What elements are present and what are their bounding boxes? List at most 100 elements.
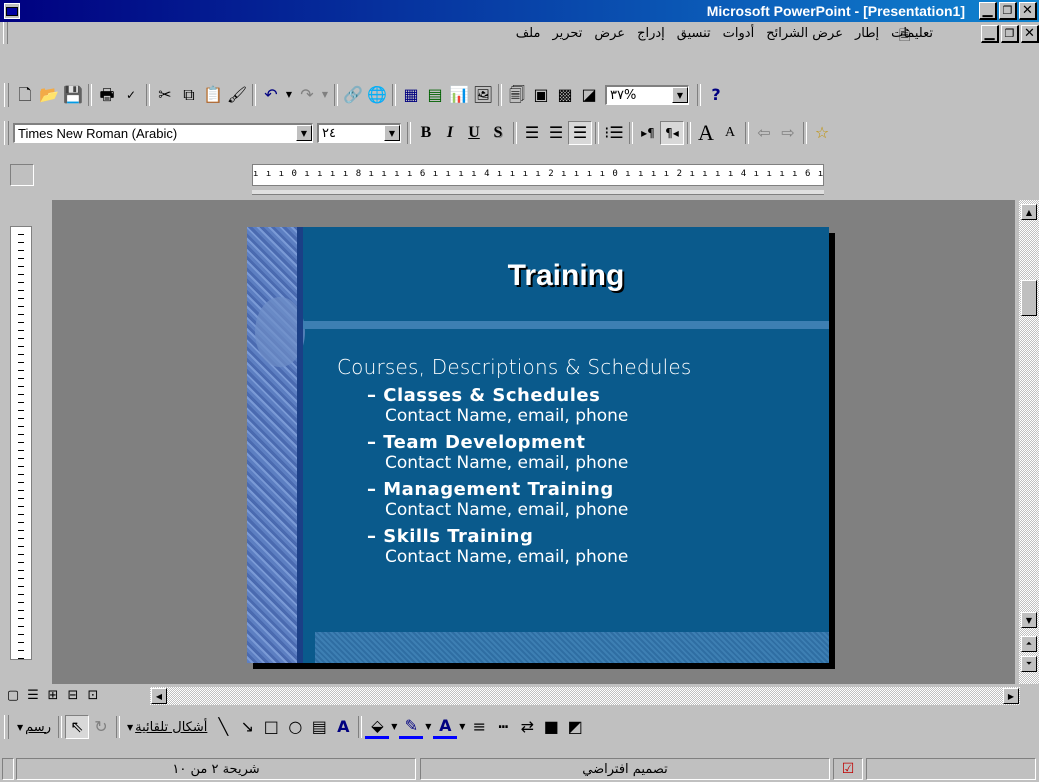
rtl-icon[interactable]: ¶◂ — [660, 121, 684, 145]
menu-view[interactable]: عرض — [588, 26, 631, 41]
demote-icon[interactable]: ⇨ — [776, 121, 800, 145]
bullets-icon[interactable]: ⁝☰ — [602, 121, 626, 145]
underline-button[interactable]: U — [462, 121, 486, 145]
app-icon[interactable] — [4, 3, 20, 19]
grayscale-icon[interactable]: ◪ — [577, 83, 601, 107]
next-slide-button[interactable]: ⏷ — [1021, 656, 1037, 672]
insert-chart-icon[interactable]: 📊 — [447, 83, 471, 107]
minimize-button[interactable]: ▁ — [979, 2, 997, 20]
font-color-icon[interactable]: A — [433, 715, 458, 739]
scroll-down-button[interactable]: ▼ — [1021, 612, 1037, 628]
promote-icon[interactable]: ⇦ — [752, 121, 776, 145]
scroll-left-button[interactable]: ◀ — [151, 688, 167, 704]
menu-file[interactable]: ملف — [510, 26, 547, 41]
italic-button[interactable]: I — [438, 121, 462, 145]
oval-icon[interactable]: ○ — [283, 715, 307, 739]
draw-menu[interactable]: ▼ رسم — [13, 720, 55, 735]
ltr-icon[interactable]: ▸¶ — [636, 121, 660, 145]
cut-icon[interactable]: ✂ — [153, 83, 177, 107]
fill-color-icon[interactable]: ⬙ — [365, 715, 390, 739]
scroll-up-button[interactable]: ▲ — [1021, 204, 1037, 220]
horizontal-scrollbar[interactable]: ◀ ▶ — [150, 687, 1020, 705]
line-icon[interactable]: ╲ — [211, 715, 235, 739]
align-right-icon[interactable]: ☰ — [568, 121, 592, 145]
new-icon[interactable]: 🗋 — [13, 83, 37, 107]
select-objects-icon[interactable]: ⇖ — [64, 715, 89, 739]
open-icon[interactable]: 📂 — [37, 83, 61, 107]
scroll-thumb[interactable] — [1021, 280, 1037, 316]
font-size-combo[interactable]: ٢٤ ▼ — [317, 123, 401, 143]
web-toolbar-icon[interactable]: 🌐 — [365, 83, 389, 107]
slide-sorter-view-icon[interactable]: ⊞ — [44, 686, 62, 704]
print-icon[interactable]: 🖶 — [95, 83, 119, 107]
new-slide-icon[interactable]: 🗐 — [505, 83, 529, 107]
arrow-icon[interactable]: ↘ — [235, 715, 259, 739]
slide-body[interactable]: Courses, Descriptions & Schedules – Clas… — [337, 355, 817, 567]
doc-restore-button[interactable]: ❐ — [1001, 25, 1019, 43]
hyperlink-icon[interactable]: 🔗 — [341, 83, 365, 107]
redo-icon[interactable]: ↷ — [295, 83, 319, 107]
copy-icon[interactable]: ⧉ — [177, 83, 201, 107]
rectangle-icon[interactable]: □ — [259, 715, 283, 739]
vertical-scrollbar[interactable]: ▲ ▼ ⏶ ⏷ — [1019, 200, 1039, 684]
3d-icon[interactable]: ◩ — [563, 715, 587, 739]
chevron-down-icon[interactable]: ▼ — [423, 715, 433, 739]
insert-excel-icon[interactable]: ▤ — [423, 83, 447, 107]
help-icon[interactable]: ? — [704, 83, 728, 107]
chevron-down-icon[interactable]: ▼ — [389, 715, 399, 739]
menu-slideshow[interactable]: عرض الشرائح — [760, 26, 849, 41]
format-painter-icon[interactable]: 🖌 — [225, 83, 249, 107]
decrease-font-icon[interactable]: A — [718, 121, 742, 145]
bold-button[interactable]: B — [414, 121, 438, 145]
normal-view-icon[interactable]: ▢ — [4, 686, 22, 704]
chevron-down-icon[interactable]: ▼ — [672, 87, 688, 103]
doc-minimize-button[interactable]: ▁ — [981, 25, 999, 43]
dash-style-icon[interactable]: ┅ — [491, 715, 515, 739]
menu-help[interactable]: تعليمات — [885, 26, 939, 41]
undo-icon[interactable]: ↶ — [259, 83, 283, 107]
free-rotate-icon[interactable]: ↻ — [89, 715, 113, 739]
slide-title[interactable]: Training — [303, 259, 829, 293]
shadow-icon[interactable]: ■ — [539, 715, 563, 739]
doc-close-button[interactable]: ✕ — [1021, 25, 1039, 43]
chevron-down-icon[interactable]: ▼ — [296, 125, 312, 141]
save-icon[interactable]: 💾 — [61, 83, 85, 107]
slide-layout-icon[interactable]: ▣ — [529, 83, 553, 107]
menu-insert[interactable]: إدراج — [631, 26, 671, 41]
font-combo[interactable]: Times New Roman (Arabic) ▼ — [13, 123, 313, 143]
menu-edit[interactable]: تحرير — [546, 26, 588, 41]
insert-clipart-icon[interactable]: 🖼 — [471, 83, 495, 107]
redo-dropdown-icon[interactable]: ▼ — [319, 83, 331, 107]
menu-format[interactable]: تنسيق — [671, 26, 717, 41]
previous-slide-button[interactable]: ⏶ — [1021, 636, 1037, 652]
insert-word-table-icon[interactable]: ▦ — [399, 83, 423, 107]
menu-tools[interactable]: أدوات — [717, 26, 761, 41]
spelling-status-icon[interactable]: ☑ — [833, 758, 863, 780]
undo-dropdown-icon[interactable]: ▼ — [283, 83, 295, 107]
align-center-icon[interactable]: ☰ — [544, 121, 568, 145]
autoshapes-menu[interactable]: ▼ أشكال تلقائية — [123, 720, 211, 735]
zoom-combo[interactable]: ٣٧% ▼ — [605, 85, 689, 105]
increase-font-icon[interactable]: A — [694, 121, 718, 145]
arrow-style-icon[interactable]: ⇄ — [515, 715, 539, 739]
slideshow-view-icon[interactable]: ⊡ — [84, 686, 102, 704]
textbox-icon[interactable]: ▤ — [307, 715, 331, 739]
align-left-icon[interactable]: ☰ — [520, 121, 544, 145]
menu-window[interactable]: إطار — [849, 26, 885, 41]
chevron-down-icon[interactable]: ▼ — [384, 125, 400, 141]
scroll-right-button[interactable]: ▶ — [1003, 688, 1019, 704]
chevron-down-icon[interactable]: ▼ — [457, 715, 467, 739]
line-style-icon[interactable]: ≡ — [467, 715, 491, 739]
notes-view-icon[interactable]: ⊟ — [64, 686, 82, 704]
slide[interactable]: Training Courses, Descriptions & Schedul… — [247, 227, 829, 663]
paste-icon[interactable]: 📋 — [201, 83, 225, 107]
wordart-icon[interactable]: A — [331, 715, 355, 739]
shadow-button[interactable]: S — [486, 121, 510, 145]
spelling-icon[interactable]: ✓ — [119, 83, 143, 107]
line-color-icon[interactable]: ✎ — [399, 715, 424, 739]
animation-effects-icon[interactable]: ☆ — [810, 121, 834, 145]
close-button[interactable]: ✕ — [1019, 2, 1037, 20]
restore-button[interactable]: ❐ — [999, 2, 1017, 20]
apply-design-icon[interactable]: ▩ — [553, 83, 577, 107]
outline-view-icon[interactable]: ☰ — [24, 686, 42, 704]
